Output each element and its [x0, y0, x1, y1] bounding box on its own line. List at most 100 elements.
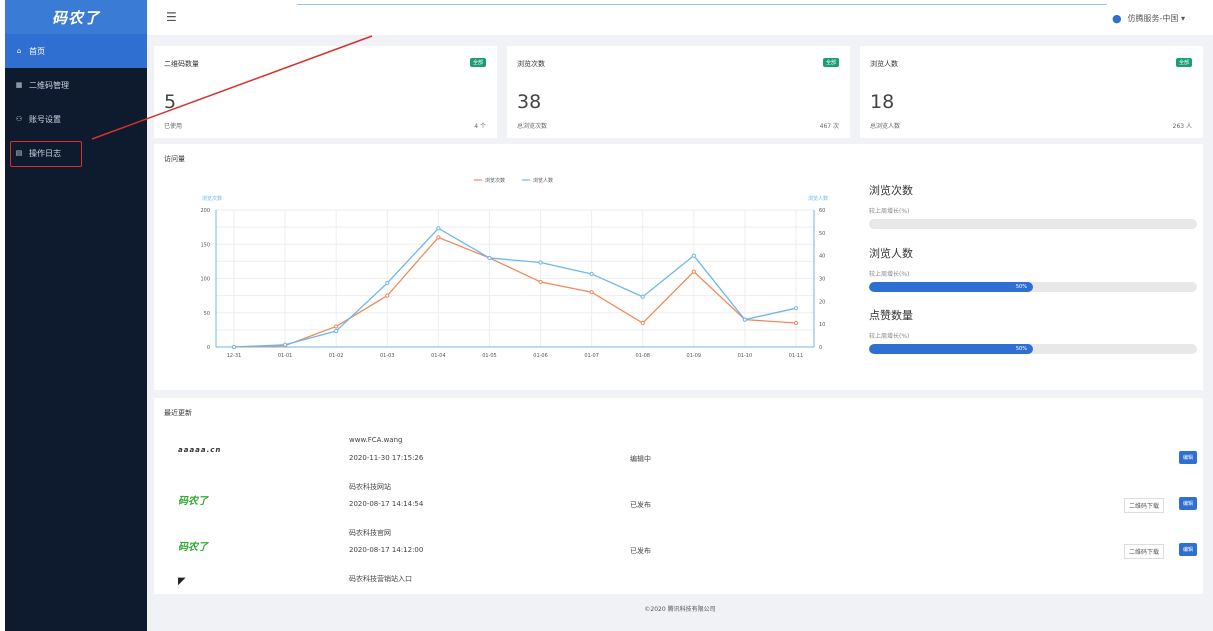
- stat-card-visitors: 浏览人数 全部 18 总浏览人数 263 人: [860, 46, 1203, 138]
- chart-point: [385, 293, 390, 298]
- chart-xtick: 12-31: [227, 353, 242, 359]
- progress-sub: 较上周增长(%): [869, 271, 910, 278]
- stat-card-views: 浏览次数 全部 38 总浏览次数 467 次: [507, 46, 850, 138]
- sidebar-item-home[interactable]: ⌂ 首页: [5, 34, 147, 68]
- progress-title: 点赞数量: [869, 309, 913, 322]
- stat-sub-label: 已使用: [164, 123, 183, 130]
- stat-card-qrcodes: 二维码数量 全部 5 已使用 4 个: [154, 46, 497, 138]
- item-date: 2020-08-17 14:12:00: [349, 546, 424, 554]
- list-item: 码农了 码农科技网站 2020-08-17 14:14:54 已发布 二维码下载…: [154, 478, 1203, 523]
- recent-title: 最近更新: [164, 409, 192, 417]
- item-status: 已发布: [630, 547, 651, 555]
- chart-legend-label: 浏览次数: [485, 177, 505, 184]
- chart-point: [589, 271, 594, 277]
- item-name: 码农科技网站: [349, 483, 391, 491]
- chart-point: [436, 235, 441, 240]
- chart-ytick-right: 0: [819, 345, 822, 351]
- chart-point: [538, 260, 543, 265]
- edit-button[interactable]: 编辑: [1179, 497, 1198, 510]
- home-icon: ⌂: [16, 47, 22, 55]
- progress-fill: 50%: [869, 344, 1033, 354]
- progress-sub: 较上周增长(%): [869, 208, 910, 215]
- visits-card: 访问量 浏览次数 浏览人数 0 50 100 150 200 0 10 20 30 40 50 60 12-…: [154, 144, 1203, 390]
- sidebar-item-account[interactable]: ⚇ 账号设置: [5, 102, 147, 136]
- chart-xtick: 01-07: [584, 353, 599, 359]
- logo-text: 码农了: [51, 8, 100, 27]
- chart-ytick-left: 200: [200, 208, 210, 214]
- header-divider: [297, 4, 1107, 5]
- qrcode-download-button[interactable]: 二维码下载: [1124, 544, 1165, 559]
- item-logo: aaaaa.cn: [178, 446, 222, 454]
- progress-sub: 较上周增长(%): [869, 333, 910, 340]
- chart-ytick-right: 60: [819, 208, 825, 214]
- progress-bar: 50%: [869, 282, 1197, 292]
- grid-icon: ▦: [15, 81, 23, 89]
- chart-xtick: 01-10: [738, 353, 753, 359]
- sidebar: 码农了 ⌂ 首页 ▦ 二维码管理 ⚇ 账号设置 ▤ 操作日志: [5, 0, 147, 631]
- chart-ytick-left: 150: [200, 242, 210, 248]
- item-name: www.FCA.wang: [349, 436, 403, 444]
- edit-button[interactable]: 编辑: [1179, 543, 1198, 556]
- stat-sub-label: 总浏览人数: [870, 123, 901, 130]
- stat-badge: 全部: [1175, 58, 1192, 67]
- stat-sub-value: 467 次: [819, 123, 839, 130]
- stat-value: 5: [164, 91, 177, 113]
- chart-xtick: 01-09: [687, 353, 702, 359]
- chart-xtick: 01-02: [329, 353, 344, 359]
- stat-value: 18: [870, 91, 895, 113]
- logo[interactable]: 码农了: [5, 0, 147, 34]
- chart-ytick-right: 20: [819, 299, 825, 305]
- item-status: 已发布: [630, 501, 651, 509]
- user-icon: ⚇: [15, 115, 23, 123]
- chart-point: [742, 317, 748, 322]
- progress-views: 浏览次数 较上周增长(%): [869, 182, 1197, 229]
- header: ☰ ● 仿腾服务-中国 ▾: [147, 0, 1213, 36]
- recent-card: 最近更新 aaaaa.cn www.FCA.wang 2020-11-30 17…: [154, 398, 1203, 594]
- chart-point: [385, 280, 390, 286]
- chart-point: [640, 320, 645, 326]
- chart-xtick: 01-06: [533, 353, 548, 359]
- item-status: 编辑中: [630, 455, 651, 463]
- stat-title: 浏览次数: [517, 60, 545, 68]
- user-icon: ●: [1111, 12, 1122, 25]
- stat-sub-value: 4 个: [474, 123, 486, 130]
- chart-xtick: 01-04: [431, 353, 446, 359]
- chart-point: [691, 269, 696, 274]
- chart-point: [640, 294, 645, 299]
- chart-point: [282, 342, 288, 347]
- progress-title: 浏览次数: [869, 184, 913, 197]
- sidebar-item-qrcode[interactable]: ▦ 二维码管理: [5, 68, 147, 102]
- progress-visitors: 浏览人数 较上周增长(%) 50%: [869, 245, 1197, 292]
- chart-xtick: 01-11: [789, 353, 804, 359]
- chart-ylabel-right: 浏览人数: [808, 195, 828, 202]
- sidebar-item-log[interactable]: ▤ 操作日志: [5, 136, 147, 170]
- stat-sub-value: 263 人: [1172, 123, 1192, 130]
- sidebar-item-label: 操作日志: [29, 148, 61, 158]
- chart-point: [589, 290, 594, 295]
- visits-chart: 浏览次数 浏览人数050100150200010203040506012-31 01…: [200, 177, 828, 359]
- chart-point: [436, 226, 441, 231]
- chart-xtick: 01-01: [278, 353, 293, 359]
- item-logo-icon: ◤: [178, 576, 186, 587]
- main-content: 二维码数量 全部 5 已使用 4 个 浏览次数 全部 38 总浏览次数 467 …: [147, 36, 1213, 631]
- sidebar-item-label: 账号设置: [29, 114, 61, 124]
- stat-sub-label: 总浏览次数: [517, 123, 548, 130]
- item-name: 码农科技营销站入口: [349, 575, 412, 583]
- chart-legend-label: 浏览人数: [533, 177, 553, 184]
- chart-xtick: 01-08: [635, 353, 650, 359]
- item-date: 2020-08-17 14:14:54: [349, 500, 424, 508]
- chart-point: [538, 279, 543, 285]
- qrcode-download-button[interactable]: 二维码下载: [1124, 498, 1165, 513]
- edit-button[interactable]: 编辑: [1179, 451, 1198, 464]
- chart-point: [487, 255, 492, 261]
- user-menu[interactable]: ● 仿腾服务-中国 ▾: [1112, 12, 1185, 25]
- chart-ylabel-left: 浏览次数: [202, 195, 222, 202]
- item-logo: 码农了: [178, 496, 208, 507]
- chart-point: [793, 306, 799, 311]
- stat-value: 38: [517, 91, 542, 113]
- list-item: aaaaa.cn www.FCA.wang 2020-11-30 17:15:2…: [154, 432, 1203, 477]
- chart-point: [793, 320, 799, 326]
- progress-title: 浏览人数: [869, 247, 913, 260]
- hamburger-icon[interactable]: ☰: [166, 10, 177, 24]
- item-date: 2020-11-30 17:15:26: [349, 454, 424, 462]
